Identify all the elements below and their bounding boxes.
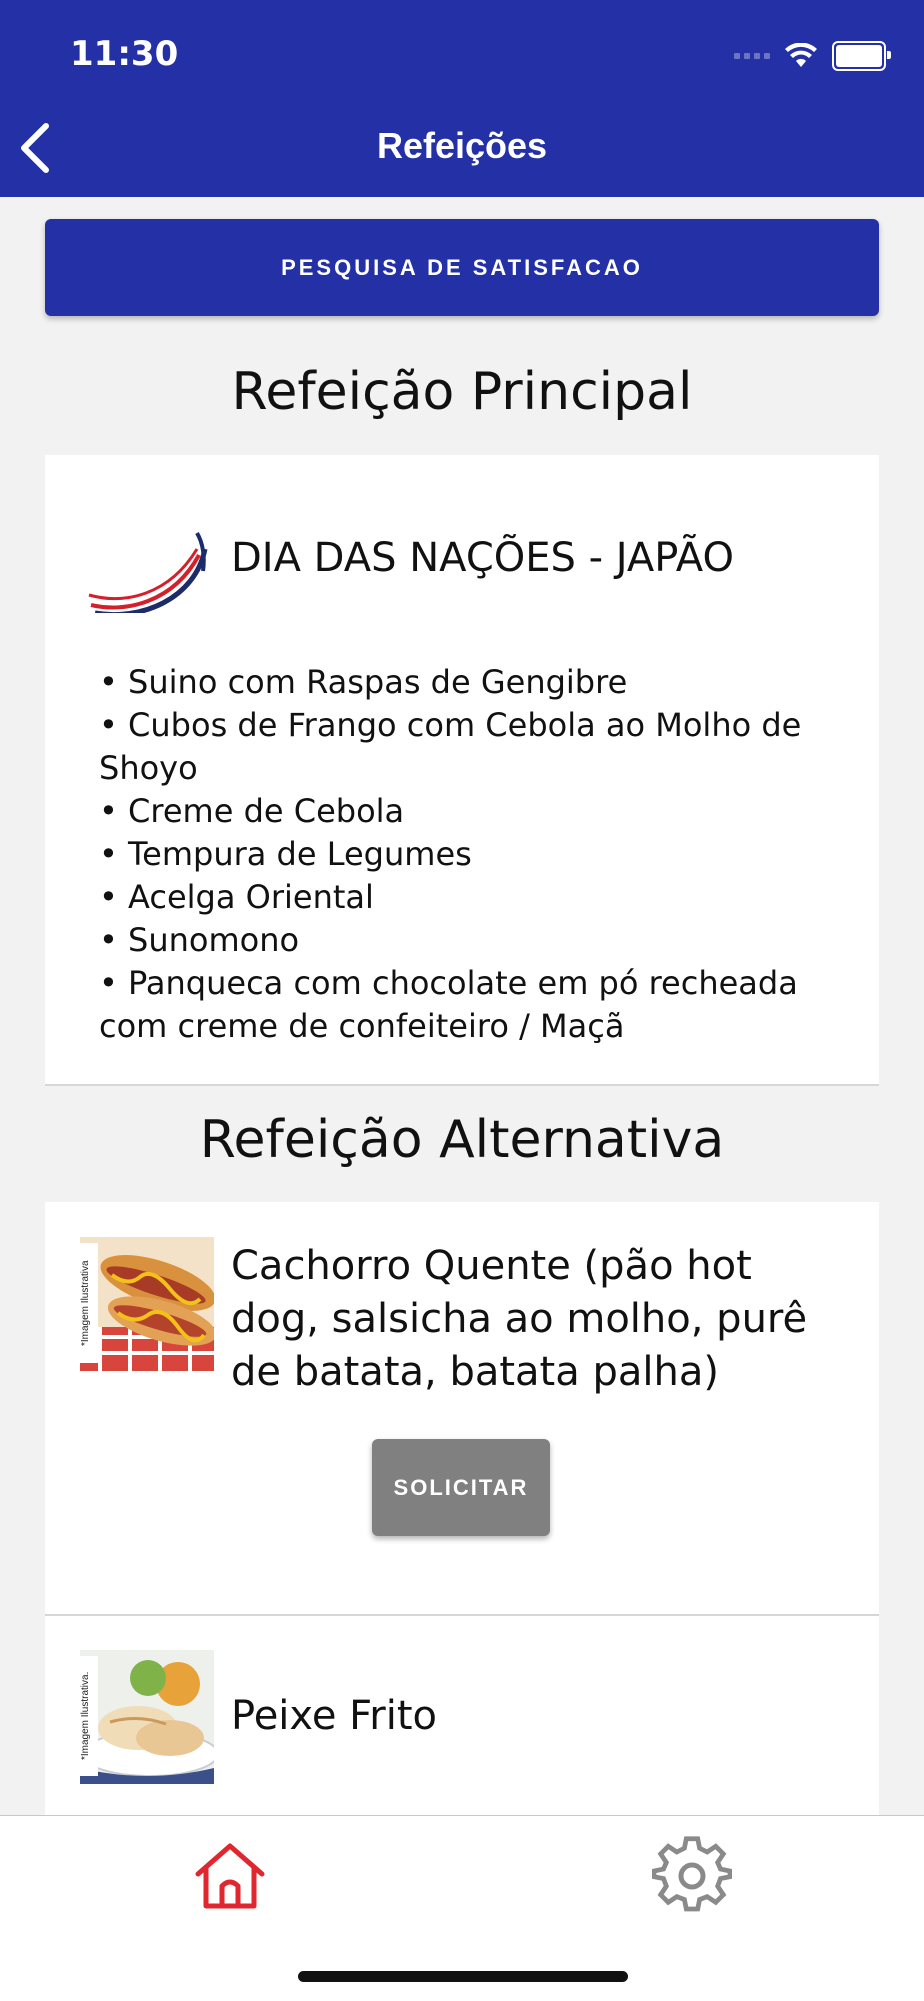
home-icon[interactable] (190, 1836, 270, 1916)
hot-dog-image: *Imagem Ilustrativa (80, 1237, 214, 1371)
meal-item: • Panqueca com chocolate em pó recheada … (99, 964, 798, 1045)
satisfaction-survey-button[interactable]: PESQUISA DE SATISFACAO (45, 219, 879, 316)
status-icons (734, 38, 891, 74)
alternative-meal-name: Peixe Frito (231, 1693, 437, 1739)
app-header: 11:30 Refeições (0, 0, 924, 197)
image-caption: *Imagem Ilustrativa (80, 1243, 98, 1363)
status-time: 11:30 (70, 34, 179, 74)
meal-item: • Acelga Oriental (99, 878, 374, 916)
meal-item: • Cubos de Frango com Cebola ao Molho de… (99, 706, 802, 787)
alternative-meal-card: *Imagem Ilustrativa Cachorro Quente (pão… (45, 1202, 879, 1815)
meal-item: • Suino com Raspas de Gengibre (99, 663, 628, 701)
restaurant-logo-icon (88, 531, 208, 613)
alternative-meal-section-title: Refeição Alternativa (199, 1110, 725, 1170)
meal-item: • Sunomono (99, 921, 300, 959)
home-indicator (298, 1971, 628, 1982)
page-title: Refeições (376, 125, 548, 166)
list-item: *Imagem Ilustrativa Cachorro Quente (pão… (45, 1202, 879, 1614)
meal-item: • Tempura de Legumes (99, 835, 472, 873)
alternative-meal-name: Cachorro Quente (pão hot dog, salsicha a… (231, 1243, 808, 1395)
battery-icon (832, 41, 891, 71)
wifi-icon (785, 43, 817, 67)
main-meal-card: DIA DAS NAÇÕES - JAPÃO • Suino com Raspa… (45, 455, 879, 1085)
fried-fish-image: *Imagem Ilustrativa. (80, 1650, 214, 1784)
meal-item: • Creme de Cebola (99, 792, 405, 830)
image-caption: *Imagem Ilustrativa. (80, 1656, 98, 1776)
main-meal-name: DIA DAS NAÇÕES - JAPÃO (231, 535, 734, 581)
main-meal-section-title: Refeição Principal (231, 362, 693, 422)
section-divider (45, 1084, 879, 1086)
cellular-signal-icon (734, 53, 770, 59)
main-meal-items: • Suino com Raspas de Gengibre • Cubos d… (99, 661, 859, 1048)
list-item: *Imagem Ilustrativa. Peixe Frito (45, 1616, 879, 1815)
gear-icon[interactable] (652, 1836, 732, 1916)
request-button[interactable]: SOLICITAR (372, 1439, 550, 1536)
